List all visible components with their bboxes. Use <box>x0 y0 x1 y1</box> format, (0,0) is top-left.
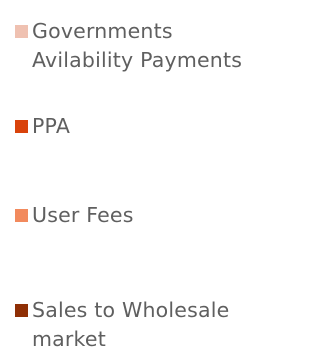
legend-label-user-fees: User Fees <box>32 203 134 227</box>
legend: Governments Avilability Payments PPA Use… <box>0 0 258 351</box>
legend-swatch-user-fees <box>15 209 28 222</box>
legend-item-governments-availability-payments: Governments Avilability Payments <box>15 17 258 75</box>
legend-swatch-sales-to-wholesale-market <box>15 304 28 317</box>
legend-item-ppa: PPA <box>15 112 258 141</box>
legend-label-sales-to-wholesale-market: Sales to Wholesale market <box>32 298 230 351</box>
legend-swatch-governments-availability-payments <box>15 25 28 38</box>
legend-swatch-ppa <box>15 120 28 133</box>
legend-label-ppa: PPA <box>32 114 71 138</box>
legend-item-user-fees: User Fees <box>15 201 258 230</box>
legend-label-governments-availability-payments: Governments Avilability Payments <box>32 19 243 72</box>
legend-item-sales-to-wholesale-market: Sales to Wholesale market <box>15 296 258 354</box>
